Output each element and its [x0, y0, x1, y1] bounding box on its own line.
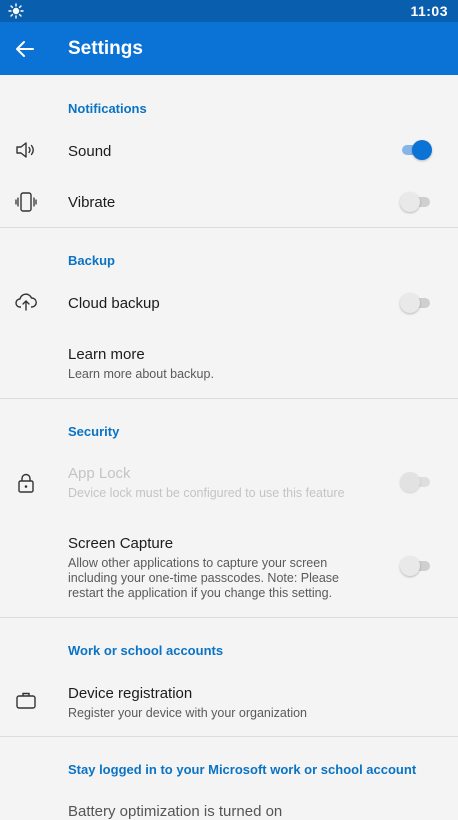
sound-label: Sound — [68, 143, 112, 160]
status-time: 11:03 — [410, 3, 448, 19]
app-lock-toggle — [400, 472, 432, 492]
device-registration-description: Register your device with your organizat… — [68, 706, 308, 720]
phone-vibrate-icon — [15, 192, 37, 212]
divider — [0, 227, 458, 228]
app-lock-description: Device lock must be configured to use th… — [68, 486, 345, 500]
speaker-icon — [16, 142, 34, 158]
vibrate-toggle[interactable] — [400, 192, 432, 212]
status-bar: 11:03 — [0, 0, 458, 22]
section-header-backup: Backup — [68, 253, 115, 268]
screen-capture-description-line1: Allow other applications to capture your… — [68, 556, 328, 570]
lock-icon — [18, 473, 34, 493]
learn-more-label: Learn more — [68, 346, 145, 363]
app-lock-label: App Lock — [68, 465, 131, 482]
page-title: Settings — [68, 38, 143, 59]
battery-optimization-label: Battery optimization is turned on — [68, 803, 283, 820]
section-header-stay-logged-in: Stay logged in to your Microsoft work or… — [68, 762, 417, 777]
sun-icon — [8, 3, 24, 19]
vibrate-label: Vibrate — [68, 194, 116, 211]
section-header-work-accounts: Work or school accounts — [68, 643, 224, 658]
screen-capture-label: Screen Capture — [68, 535, 174, 552]
cloud-upload-icon — [15, 293, 37, 311]
screen-capture-description-line3: restart the application if you change th… — [68, 586, 333, 600]
learn-more-description: Learn more about backup. — [68, 367, 214, 381]
device-registration-label: Device registration — [68, 685, 193, 702]
sound-toggle[interactable] — [400, 140, 432, 160]
briefcase-icon — [16, 692, 36, 709]
section-header-security: Security — [68, 424, 120, 439]
section-header-notifications: Notifications — [68, 101, 147, 116]
cloud-backup-toggle[interactable] — [400, 293, 432, 313]
cloud-backup-label: Cloud backup — [68, 295, 160, 312]
divider — [0, 398, 458, 399]
screen-capture-description-line2: including your one-time passcodes. Note:… — [68, 571, 339, 585]
app-bar: Settings — [0, 22, 458, 75]
arrow-left-icon[interactable] — [10, 34, 40, 64]
divider — [0, 736, 458, 737]
screen-capture-toggle[interactable] — [400, 556, 432, 576]
divider — [0, 617, 458, 618]
